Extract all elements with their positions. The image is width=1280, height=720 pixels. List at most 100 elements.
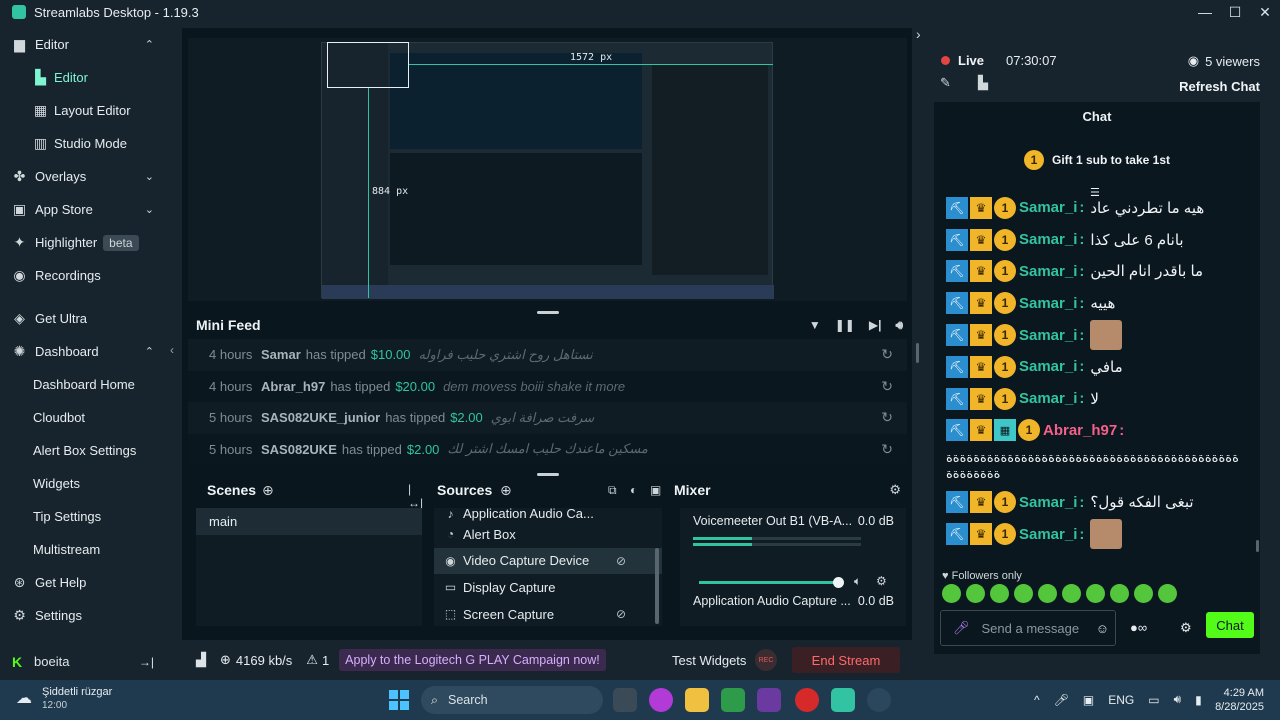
opera-gx-icon[interactable]	[649, 688, 673, 712]
replay-alert-icon[interactable]: ↻	[881, 378, 893, 395]
photos-icon[interactable]	[757, 688, 781, 712]
popout-chat-icon[interactable]: ▙	[978, 75, 988, 91]
source-visibility-icon[interactable]: ◐	[630, 483, 637, 497]
performance-icon[interactable]: ▟	[196, 652, 206, 668]
warnings-stat[interactable]: ⚠ 1	[306, 652, 329, 668]
gift-sub-banner[interactable]: 1 Gift 1 sub to take 1st	[934, 142, 1260, 178]
stream-preview[interactable]: 1572 px 884 px	[188, 38, 907, 301]
source-folder-icon[interactable]: ▣	[650, 483, 661, 497]
mic-icon[interactable]: 🎤︎	[953, 620, 970, 636]
sidebar-item-alert-box-settings[interactable]: Alert Box Settings	[0, 434, 166, 467]
wifi-icon[interactable]: ▭	[1148, 693, 1159, 707]
sidebar-item-widgets[interactable]: Widgets	[0, 467, 166, 500]
language-indicator[interactable]: ENG	[1108, 693, 1134, 707]
kick-extras-icon[interactable]: ●∞	[1130, 620, 1147, 635]
close-button[interactable]: ✕	[1250, 0, 1280, 24]
add-source-icon[interactable]: ⊕	[500, 482, 512, 499]
mute-icon[interactable]: 🔈︎	[854, 574, 861, 589]
emote-icon[interactable]	[966, 584, 985, 603]
sidebar-item-dashboard-home[interactable]: Dashboard Home	[0, 368, 166, 401]
volume-slider-knob[interactable]	[833, 577, 844, 588]
sidebar-item-studio-mode[interactable]: ▥ Studio Mode	[0, 127, 166, 160]
source-group-icon[interactable]: ⧉	[608, 483, 617, 498]
taskbar-search[interactable]: ⌕ Search	[421, 686, 603, 714]
logout-icon[interactable]: →|	[139, 655, 154, 669]
speaker-icon[interactable]: 🔊︎	[1174, 692, 1182, 707]
chat-username[interactable]: Samar_i	[1019, 295, 1077, 312]
emoji-picker-icon[interactable]: ☺	[1096, 621, 1109, 636]
sources-scrollbar[interactable]	[655, 548, 659, 624]
chat-username[interactable]: Samar_i	[1019, 327, 1077, 344]
minimize-button[interactable]: —	[1190, 0, 1220, 24]
chevron-up-icon[interactable]: ⌃	[145, 38, 154, 51]
source-item[interactable]: ⬚ Screen Capture ⊘	[434, 601, 662, 626]
chat-username[interactable]: Samar_i	[1019, 231, 1077, 248]
volume-slider[interactable]	[699, 577, 844, 588]
chat-username[interactable]: Samar_i	[1019, 263, 1077, 280]
send-chat-button[interactable]: Chat	[1206, 612, 1254, 638]
chat-username[interactable]: Samar_i	[1019, 526, 1077, 543]
sidebar-item-settings[interactable]: ⚙ Settings	[0, 599, 166, 632]
collapse-sidebar-icon[interactable]: ‹	[170, 343, 174, 357]
chat-username[interactable]: Samar_i	[1019, 358, 1077, 375]
channel-settings-icon[interactable]: ⚙	[876, 574, 887, 588]
source-item[interactable]: ◔ Alert Box	[434, 521, 662, 548]
chevron-down-icon[interactable]: ⌄	[145, 203, 154, 216]
pause-icon[interactable]: ❚❚	[835, 318, 855, 333]
chat-username[interactable]: Samar_i	[1019, 390, 1077, 407]
filter-icon[interactable]: ▼	[809, 318, 821, 333]
emote-icon[interactable]	[1086, 584, 1105, 603]
emote-icon[interactable]	[1134, 584, 1153, 603]
opera-icon[interactable]	[795, 688, 819, 712]
sidebar-item-get-help[interactable]: ⊛ Get Help	[0, 566, 166, 599]
end-stream-button[interactable]: End Stream	[792, 647, 900, 673]
sidebar-item-app-store[interactable]: ▣ App Store ⌄	[0, 193, 166, 226]
chat-username[interactable]: Samar_i	[1019, 199, 1077, 216]
mixer-settings-icon[interactable]: ⚙	[889, 482, 901, 498]
edit-stream-info-icon[interactable]: ✎	[940, 75, 951, 91]
source-item[interactable]: ◉ Video Capture Device ⊘	[434, 547, 662, 575]
sidebar-item-recordings[interactable]: ◉ Recordings	[0, 259, 166, 292]
skip-icon[interactable]: ▶|	[869, 318, 882, 333]
sidebar-item-overlays[interactable]: ✤ Overlays ⌄	[0, 160, 166, 193]
emote-icon[interactable]	[1110, 584, 1129, 603]
battery-icon[interactable]: ▮	[1195, 693, 1202, 707]
sidebar-item-multistream[interactable]: Multistream	[0, 533, 166, 566]
add-scene-icon[interactable]: ⊕	[262, 482, 274, 499]
maximize-button[interactable]: ☐	[1220, 0, 1250, 24]
chevron-down-icon[interactable]: ⌄	[145, 170, 154, 183]
chat-message-input[interactable]: 🎤︎ Send a message ☺	[940, 610, 1116, 646]
record-button[interactable]: REC	[755, 649, 777, 671]
emote-icon[interactable]	[942, 584, 961, 603]
chat-username[interactable]: Abrar_h97	[1043, 422, 1117, 439]
emote-icon[interactable]	[1062, 584, 1081, 603]
expand-chat-icon[interactable]: ›	[916, 26, 921, 42]
promo-banner[interactable]: Apply to the Logitech G PLAY Campaign no…	[339, 649, 606, 671]
emote-icon[interactable]	[1158, 584, 1177, 603]
chat-username[interactable]: Samar_i	[1019, 494, 1077, 511]
hidden-eye-icon[interactable]: ⊘	[616, 554, 626, 568]
replay-alert-icon[interactable]: ↻	[881, 409, 893, 426]
test-widgets-button[interactable]: Test Widgets	[672, 653, 746, 668]
tray-app-icon[interactable]: ▣	[1083, 693, 1094, 707]
weather-widget[interactable]: ☁ Şiddetli rüzgar 12:00	[16, 686, 112, 711]
source-selection-box[interactable]	[327, 42, 409, 88]
panels-resize-handle[interactable]	[537, 473, 559, 476]
scene-item[interactable]: main	[196, 508, 422, 535]
emote-icon[interactable]	[1038, 584, 1057, 603]
mini-feed-scrollbar[interactable]	[916, 343, 919, 363]
xbox-icon[interactable]	[721, 688, 745, 712]
tray-expand-icon[interactable]: ^	[1034, 693, 1040, 707]
scene-transition-icon[interactable]: |↔|	[408, 482, 424, 510]
sidebar-item-editor[interactable]: ▆ Editor ⌃	[0, 28, 166, 61]
refresh-chat-button[interactable]: Refresh Chat	[1179, 79, 1260, 94]
volume-icon[interactable]: 🔊︎	[895, 318, 903, 333]
sidebar-item-tip-settings[interactable]: Tip Settings	[0, 500, 166, 533]
tray-mic-icon[interactable]: 🎤︎	[1054, 693, 1069, 707]
sidebar-item-editor[interactable]: ▙ Editor	[0, 61, 166, 94]
hidden-eye-icon[interactable]: ⊘	[616, 607, 626, 621]
replay-alert-icon[interactable]: ↻	[881, 441, 893, 458]
steam-icon[interactable]	[867, 688, 891, 712]
file-explorer-icon[interactable]	[685, 688, 709, 712]
sidebar-item-cloudbot[interactable]: Cloudbot	[0, 401, 166, 434]
